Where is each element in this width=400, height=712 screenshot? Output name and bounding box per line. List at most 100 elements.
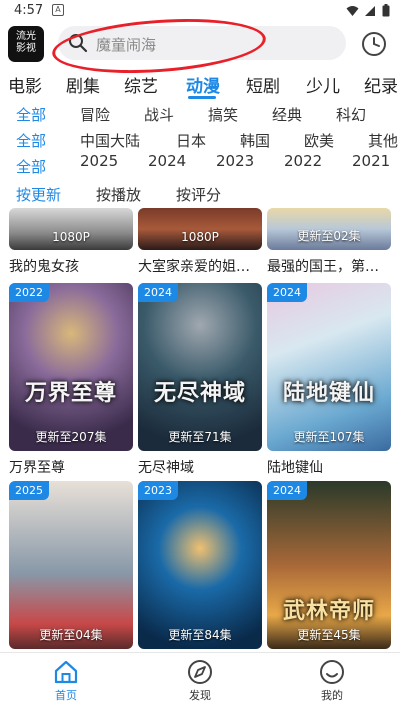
video-card[interactable]: 2023 更新至84集 [138, 481, 262, 649]
video-card[interactable]: 2024 无尽神域 更新至71集 无尽神域 [138, 283, 262, 477]
genre-battle[interactable]: 战斗 [144, 104, 174, 125]
genre-scifi[interactable]: 科幻 [336, 104, 366, 125]
sort-play[interactable]: 按播放 [96, 184, 141, 205]
poster-caption: 更新至45集 [297, 628, 361, 642]
nav-home[interactable]: 首页 [26, 659, 106, 703]
video-card[interactable]: 2024 陆地键仙 更新至107集 陆地键仙 [267, 283, 391, 477]
profile-icon [320, 660, 344, 684]
poster: 2023 更新至84集 [138, 481, 262, 649]
filter-genre: 全部 冒险 战斗 搞笑 经典 科幻 [0, 102, 400, 126]
status-bar: 4:57 A [0, 0, 400, 22]
sort-update[interactable]: 按更新 [16, 184, 61, 205]
video-card[interactable]: 1080P 大室家亲爱的姐… [138, 208, 262, 276]
category-tabs: 电影 剧集 综艺 动漫 短剧 少儿 纪录 [0, 70, 400, 100]
video-card[interactable]: 2025 更新至04集 [9, 481, 133, 649]
poster: 1080P [9, 208, 133, 250]
poster-title-art: 陆地键仙 [282, 380, 375, 406]
video-title: 大室家亲爱的姐… [138, 259, 250, 275]
poster-caption: 更新至02集 [297, 229, 361, 243]
year-badge: 2024 [267, 283, 307, 302]
region-korea[interactable]: 韩国 [240, 130, 270, 151]
region-west[interactable]: 欧美 [304, 130, 334, 151]
filter-region: 全部 中国大陆 日本 韩国 欧美 其他 [0, 128, 400, 152]
nav-profile[interactable]: 我的 [292, 659, 372, 703]
poster: 2025 更新至04集 [9, 481, 133, 649]
filter-year: 全部 2025 2024 2023 2022 2021 [0, 152, 400, 176]
nav-label: 首页 [55, 689, 77, 702]
video-card[interactable]: 1080P 我的鬼女孩 [9, 208, 133, 276]
video-title: 最强的国王，第… [267, 259, 379, 275]
search-bar[interactable]: 魔童闹海 [58, 26, 346, 60]
poster-caption: 更新至207集 [35, 430, 107, 444]
year-2023[interactable]: 2023 [216, 152, 254, 170]
year-badge: 2022 [9, 283, 49, 302]
poster-title-art: 武林帝师 [282, 598, 375, 624]
poster: 2024 陆地键仙 更新至107集 [267, 283, 391, 451]
home-icon [54, 660, 78, 684]
tab-short-drama[interactable]: 短剧 [246, 72, 280, 97]
poster: 2022 万界至尊 更新至207集 [9, 283, 133, 451]
poster-caption: 1080P [181, 230, 219, 244]
region-all[interactable]: 全部 [16, 130, 46, 151]
poster-caption: 更新至84集 [168, 628, 232, 642]
poster: 2024 无尽神域 更新至71集 [138, 283, 262, 451]
signal-icon [365, 5, 375, 16]
year-2024[interactable]: 2024 [148, 152, 186, 170]
year-badge: 2023 [138, 481, 178, 500]
nav-discover[interactable]: 发现 [160, 659, 240, 703]
poster-caption: 更新至71集 [168, 430, 232, 444]
search-placeholder: 魔童闹海 [96, 36, 157, 54]
poster: 1080P [138, 208, 262, 250]
region-japan[interactable]: 日本 [176, 130, 206, 151]
app-logo-line2: 影视 [16, 43, 36, 54]
genre-comedy[interactable]: 搞笑 [208, 104, 238, 125]
active-tab-indicator [188, 96, 216, 99]
video-title: 我的鬼女孩 [9, 259, 79, 275]
bottom-nav: 首页 发现 我的 [0, 652, 400, 712]
battery-icon [382, 4, 390, 17]
tab-anime[interactable]: 动漫 [186, 72, 220, 97]
video-grid: 1080P 我的鬼女孩 1080P 大室家亲爱的姐… 更新至02集 最强的国王，… [0, 208, 400, 660]
status-icons [346, 4, 390, 17]
poster-title-art: 万界至尊 [24, 380, 117, 406]
year-badge: 2024 [138, 283, 178, 302]
sort-rating[interactable]: 按评分 [176, 184, 221, 205]
nav-label: 我的 [321, 689, 343, 702]
year-2021[interactable]: 2021 [352, 152, 390, 170]
tab-documentary[interactable]: 纪录 [364, 72, 398, 97]
poster-caption: 更新至107集 [293, 430, 365, 444]
year-2025[interactable]: 2025 [80, 152, 118, 170]
tab-movie[interactable]: 电影 [8, 72, 42, 97]
year-all[interactable]: 全部 [16, 156, 46, 176]
year-badge: 2024 [267, 481, 307, 500]
video-card[interactable]: 2022 万界至尊 更新至207集 万界至尊 [9, 283, 133, 477]
region-other[interactable]: 其他 [368, 130, 398, 151]
poster-caption: 1080P [52, 230, 90, 244]
notification-icon: A [52, 4, 64, 16]
history-icon[interactable] [360, 30, 388, 58]
poster: 2024 武林帝师 更新至45集 [267, 481, 391, 649]
nav-label: 发现 [189, 689, 211, 702]
header: 流光 影视 魔童闹海 [0, 12, 400, 80]
genre-all[interactable]: 全部 [16, 104, 46, 125]
video-card[interactable]: 更新至02集 最强的国王，第… [267, 208, 391, 276]
video-title: 陆地键仙 [267, 460, 323, 476]
tab-series[interactable]: 剧集 [66, 72, 100, 97]
app-logo[interactable]: 流光 影视 [8, 26, 44, 62]
status-time: 4:57 [14, 3, 44, 18]
video-card[interactable]: 2024 武林帝师 更新至45集 [267, 481, 391, 649]
year-badge: 2025 [9, 481, 49, 500]
video-title: 无尽神域 [138, 460, 194, 476]
poster-title-art: 无尽神域 [153, 380, 246, 406]
tab-variety[interactable]: 综艺 [124, 72, 158, 97]
year-2022[interactable]: 2022 [284, 152, 322, 170]
genre-classic[interactable]: 经典 [272, 104, 302, 125]
app-logo-line1: 流光 [16, 31, 36, 42]
genre-adventure[interactable]: 冒险 [80, 104, 110, 125]
video-title: 万界至尊 [9, 460, 65, 476]
search-icon [69, 34, 88, 53]
poster-caption: 更新至04集 [39, 628, 103, 642]
region-mainland[interactable]: 中国大陆 [80, 130, 140, 151]
poster: 更新至02集 [267, 208, 391, 250]
tab-kids[interactable]: 少儿 [306, 72, 340, 97]
